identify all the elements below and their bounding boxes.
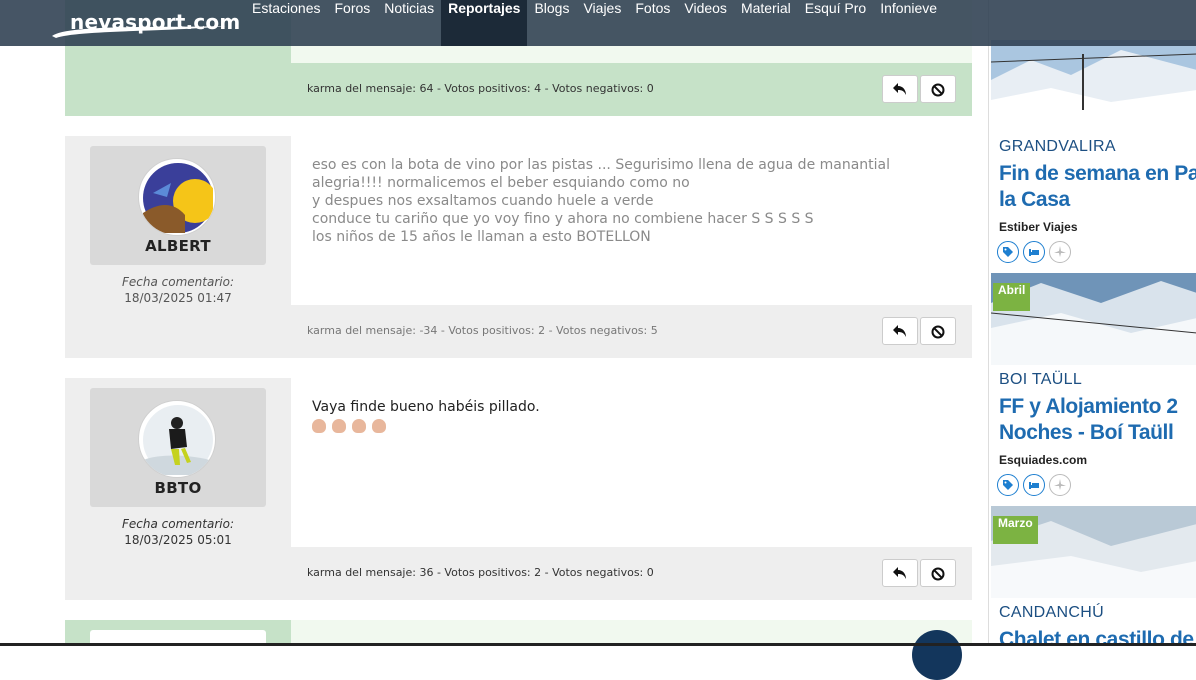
post-text: eso es con la bota de vino por las pista…	[312, 156, 902, 246]
clap-emoji-icon	[312, 419, 326, 433]
main-nav: Estaciones Foros Noticias Reportajes Blo…	[245, 0, 944, 46]
tag-icon	[997, 474, 1019, 496]
date-value: 18/03/2025 01:47	[124, 291, 232, 305]
ad-title[interactable]: Fin de semana en Pas de la Casa	[999, 161, 1196, 213]
report-button[interactable]	[920, 559, 956, 587]
bed-icon	[1023, 241, 1045, 263]
nav-fotos[interactable]: Fotos	[628, 0, 677, 46]
reply-icon	[893, 567, 906, 579]
ad-image-boi-taull[interactable]: Abril	[991, 273, 1196, 365]
sidebar-ads: GRANDVALIRA Fin de semana en Pas de la C…	[988, 0, 1196, 646]
nav-reportajes[interactable]: Reportajes	[441, 0, 528, 46]
ad-image-candanchu[interactable]: Marzo	[991, 506, 1196, 598]
karma-text: karma del mensaje: -34 - Votos positivos…	[307, 324, 658, 337]
report-button[interactable]	[920, 317, 956, 345]
clapping-hands-emoji	[312, 418, 392, 437]
month-badge: Marzo	[993, 516, 1038, 544]
ban-icon	[931, 567, 945, 581]
clap-emoji-icon	[352, 419, 366, 433]
post-text: Vaya finde bueno habéis pillado.	[312, 398, 902, 416]
nav-foros[interactable]: Foros	[327, 0, 377, 46]
ban-icon	[931, 83, 945, 97]
karma-text: karma del mensaje: 36 - Votos positivos:…	[307, 566, 654, 579]
avatar[interactable]	[138, 158, 216, 236]
plane-icon	[1049, 241, 1071, 263]
nav-infonieve[interactable]: Infonieve	[873, 0, 944, 46]
clap-emoji-icon	[372, 419, 386, 433]
ad-destination[interactable]: GRANDVALIRA	[999, 138, 1116, 156]
tag-icon	[997, 241, 1019, 263]
ban-icon	[931, 325, 945, 339]
nav-videos[interactable]: Videos	[677, 0, 734, 46]
post-line: y despues nos exsaltamos cuando huele a …	[312, 193, 654, 209]
post-line: conduce tu cariño que yo voy fino y ahor…	[312, 211, 814, 227]
month-badge: Abril	[993, 283, 1031, 311]
post-footer: karma del mensaje: -34 - Votos positivos…	[65, 305, 972, 358]
ad-destination[interactable]: CANDANCHÚ	[999, 604, 1104, 622]
post-line: alegria!!!! normalicemos el beber esquia…	[312, 175, 690, 191]
username[interactable]: BBTO	[90, 479, 266, 497]
nav-blogs[interactable]: Blogs	[527, 0, 576, 46]
clap-emoji-icon	[332, 419, 346, 433]
date-label: Fecha comentario:	[122, 517, 234, 531]
plane-icon	[1049, 474, 1071, 496]
ad-title[interactable]: FF y Alojamiento 2 Noches - Boí Taüll	[999, 394, 1189, 446]
reply-icon	[893, 325, 906, 337]
ad-image-grandvalira[interactable]	[991, 40, 1196, 132]
post-line: Vaya finde bueno habéis pillado.	[312, 399, 540, 415]
author-card[interactable]: ALBERT	[90, 146, 266, 265]
nav-estaciones[interactable]: Estaciones	[245, 0, 327, 46]
reply-button[interactable]	[882, 559, 918, 587]
author-card[interactable]: BBTO	[90, 388, 266, 507]
avatar-cartoon-image	[143, 163, 213, 233]
post-footer: karma del mensaje: 64 - Votos positivos:…	[65, 63, 972, 116]
karma-text: karma del mensaje: 64 - Votos positivos:…	[307, 82, 654, 95]
author-card[interactable]	[90, 630, 266, 650]
post-body: eso es con la bota de vino por las pista…	[291, 136, 1188, 305]
top-navigation-bar: nevasport.com Estaciones Foros Noticias …	[0, 0, 1196, 46]
post-number-badge[interactable]	[912, 630, 962, 680]
reply-button[interactable]	[882, 75, 918, 103]
post-footer: karma del mensaje: 36 - Votos positivos:…	[65, 547, 972, 600]
nav-viajes[interactable]: Viajes	[576, 0, 628, 46]
username[interactable]: ALBERT	[90, 237, 266, 255]
ad-vendor[interactable]: Esquiades.com	[999, 453, 1087, 467]
nav-esqui-pro[interactable]: Esquí Pro	[798, 0, 873, 46]
date-value: 18/03/2025 05:01	[124, 533, 232, 547]
avatar-skier-photo	[143, 405, 213, 475]
post-body: Vaya finde bueno habéis pillado. #3	[291, 378, 1188, 547]
reply-button[interactable]	[882, 317, 918, 345]
post-line: los niños de 15 años le llaman a esto BO…	[312, 229, 651, 245]
forum-post-2: ALBERT Fecha comentario: 18/03/2025 01:4…	[65, 136, 1188, 358]
comment-date: Fecha comentario: 18/03/2025 01:47	[65, 274, 291, 306]
forum-post-3: BBTO Fecha comentario: 18/03/2025 05:01 …	[65, 378, 1188, 600]
nav-material[interactable]: Material	[734, 0, 798, 46]
avatar[interactable]	[138, 400, 216, 478]
ad-feature-icons	[997, 474, 1071, 496]
bed-icon	[1023, 474, 1045, 496]
comment-date: Fecha comentario: 18/03/2025 05:01	[65, 516, 291, 548]
logo-text: nevasport.com	[70, 10, 241, 34]
report-button[interactable]	[920, 75, 956, 103]
ad-destination[interactable]: BOI TAÜLL	[999, 371, 1082, 389]
post-line: eso es con la bota de vino por las pista…	[312, 157, 891, 173]
date-label: Fecha comentario:	[122, 275, 234, 289]
nav-noticias[interactable]: Noticias	[377, 0, 441, 46]
reply-icon	[893, 83, 906, 95]
ski-lift-photo	[991, 40, 1196, 132]
ad-vendor[interactable]: Estiber Viajes	[999, 220, 1078, 234]
ad-feature-icons	[997, 241, 1071, 263]
